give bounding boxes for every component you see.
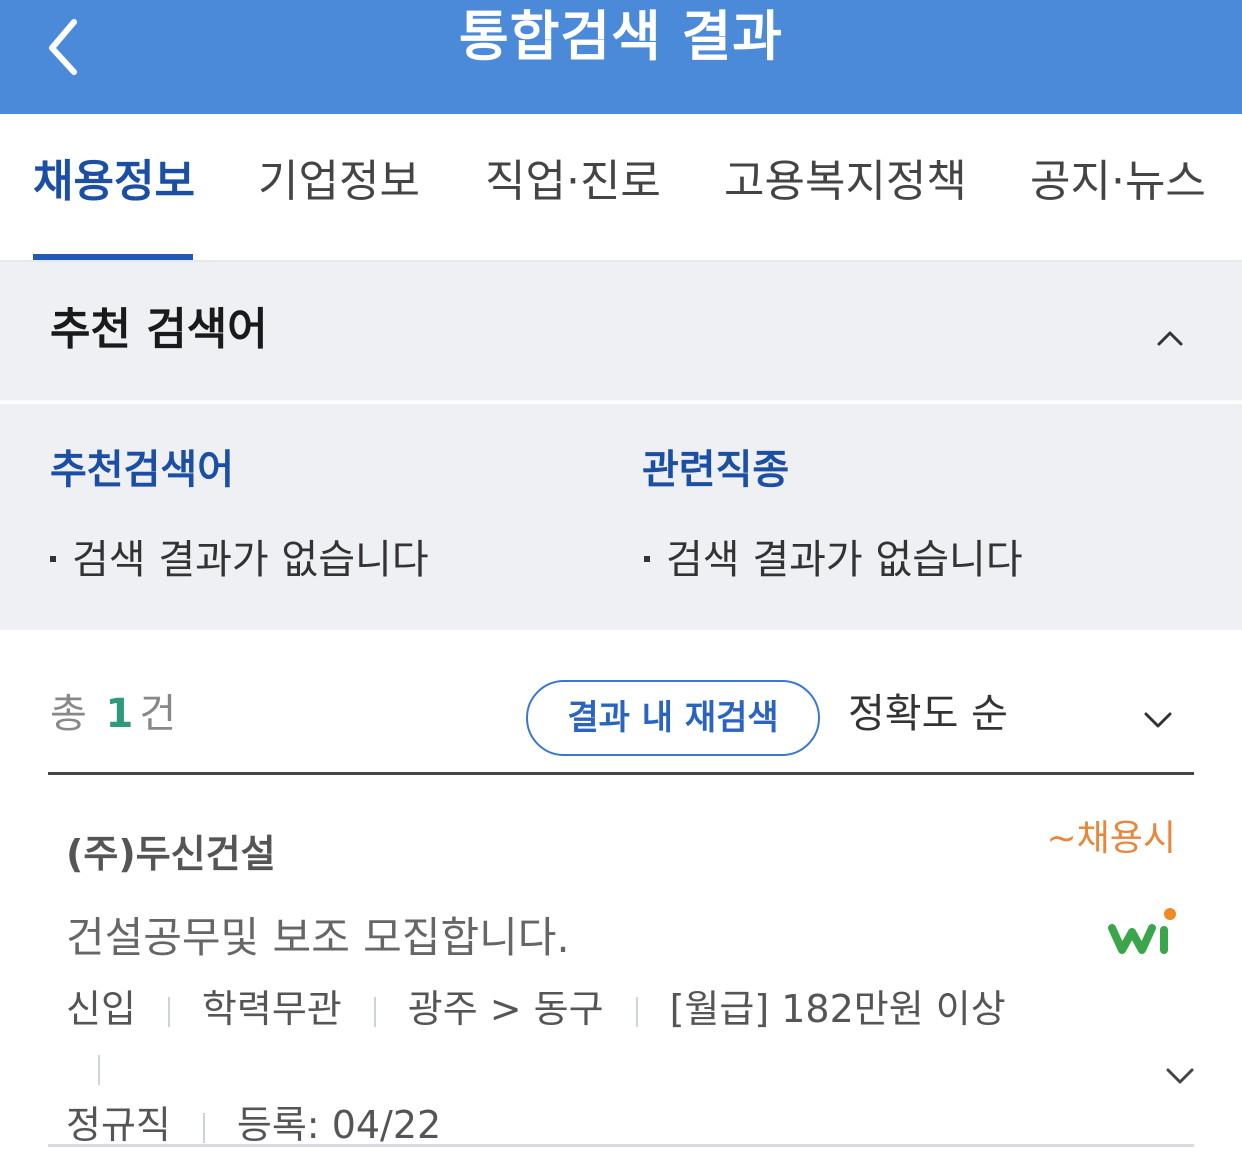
- meta-separator: [373, 996, 376, 1027]
- app-header: 통합검색 결과: [0, 0, 1242, 114]
- tab-notice-news[interactable]: 공지·뉴스: [1030, 152, 1206, 212]
- sort-dropdown-toggle[interactable]: [1140, 702, 1176, 738]
- job-meta: 신입 학력무관 광주 > 동구 [월급] 182만원 이상 정규직 등록: 04/22: [66, 980, 1066, 1154]
- divider: [48, 772, 1194, 775]
- category-tabs: 채용정보 기업정보 직업·진로 고용복지정책 공지·뉴스: [0, 114, 1242, 262]
- recommend-keywords-title: 추천검색어: [50, 447, 234, 493]
- chevron-up-icon: [1157, 331, 1183, 346]
- meta-separator: [202, 1112, 205, 1143]
- expand-job-toggle[interactable]: [1162, 1058, 1198, 1094]
- count-suffix: 건: [139, 691, 177, 737]
- tab-career[interactable]: 직업·진로: [485, 152, 661, 212]
- chevron-down-icon: [1166, 1068, 1194, 1084]
- company-name[interactable]: (주)두신건설: [66, 826, 276, 882]
- recommend-keywords-empty: 검색 결과가 없습니다: [50, 532, 429, 588]
- deadline-badge: ~채용시: [1046, 818, 1176, 859]
- tab-welfare-policy[interactable]: 고용복지정책: [724, 152, 967, 212]
- related-jobs-title: 관련직종: [642, 447, 790, 493]
- tab-company-info[interactable]: 기업정보: [258, 152, 420, 212]
- search-within-results-button[interactable]: 결과 내 재검색: [526, 680, 820, 756]
- tab-job-info[interactable]: 채용정보: [33, 152, 195, 212]
- location: 광주 > 동구: [407, 987, 604, 1031]
- recommend-section-title: 추천 검색어: [50, 304, 268, 355]
- collapse-toggle[interactable]: [1150, 318, 1190, 358]
- meta-separator: [167, 996, 170, 1027]
- meta-separator: [635, 996, 638, 1027]
- job-title-link[interactable]: 건설공무및 보조 모집합니다.: [66, 908, 570, 968]
- result-count: 총 1건: [50, 686, 176, 742]
- chevron-down-icon: [1144, 712, 1172, 728]
- meta-separator: [98, 1054, 100, 1085]
- active-tab-indicator: [33, 254, 193, 260]
- salary: [월급] 182만원 이상: [669, 987, 1006, 1031]
- results-toolbar: 총 1건 결과 내 재검색 정확도 순: [0, 630, 1242, 776]
- education-requirement: 학력무관: [201, 987, 342, 1031]
- divider: [48, 1144, 1194, 1147]
- bullet-icon: [644, 556, 650, 562]
- related-jobs-empty: 검색 결과가 없습니다: [644, 532, 1023, 588]
- count-prefix: 총: [50, 691, 87, 737]
- empty-message: 검색 결과가 없습니다: [666, 537, 1023, 583]
- recommend-section-header[interactable]: 추천 검색어: [0, 262, 1242, 402]
- count-number: 1: [105, 691, 134, 737]
- empty-message: 검색 결과가 없습니다: [72, 537, 429, 583]
- worknet-logo-icon: [1108, 906, 1180, 958]
- bullet-icon: [50, 556, 56, 562]
- recommend-section-body: 추천검색어 검색 결과가 없습니다 관련직종 검색 결과가 없습니다: [0, 404, 1242, 630]
- job-listing-item[interactable]: (주)두신건설 ~채용시 건설공무및 보조 모집합니다. 신입 학력무관 광주 > …: [0, 776, 1242, 1147]
- career-level: 신입: [66, 987, 136, 1031]
- page-title: 통합검색 결과: [459, 5, 783, 68]
- sort-select[interactable]: 정확도 순: [848, 686, 1008, 742]
